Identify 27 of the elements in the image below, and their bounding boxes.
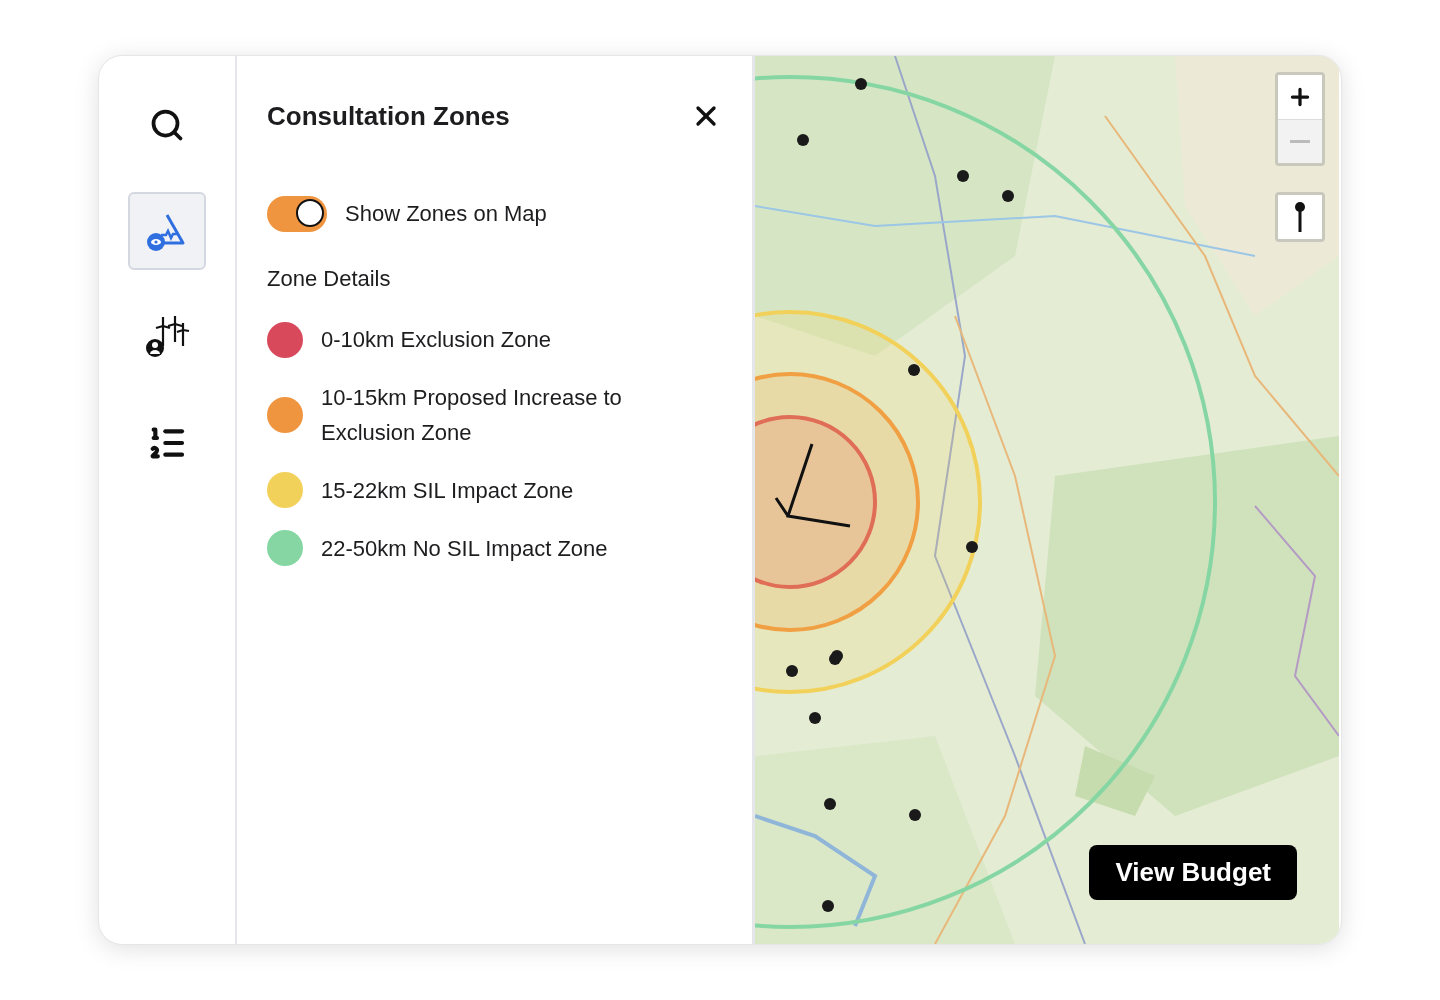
site-marker[interactable] <box>909 809 921 821</box>
section-title: Zone Details <box>267 266 392 292</box>
site-marker[interactable] <box>822 900 834 912</box>
toggle-label: Show Zones on Map <box>345 200 547 229</box>
minus-icon <box>1290 140 1310 143</box>
view-budget-button[interactable]: View Budget <box>1089 845 1297 900</box>
site-marker[interactable] <box>786 665 798 677</box>
zoom-in-button[interactable] <box>1278 75 1322 119</box>
site-marker[interactable] <box>966 541 978 553</box>
site-marker[interactable] <box>1002 190 1014 202</box>
site-marker[interactable] <box>957 170 969 182</box>
search-icon <box>149 107 185 143</box>
site-marker[interactable] <box>809 712 821 724</box>
zones-toggle[interactable] <box>267 196 327 232</box>
zone-label: 0-10km Exclusion Zone <box>321 326 551 355</box>
site-marker[interactable] <box>824 798 836 810</box>
pin-button[interactable] <box>1278 195 1322 239</box>
zone-label: 22-50km No SIL Impact Zone <box>321 534 608 563</box>
pin-icon <box>1294 201 1306 233</box>
zone-label: 15-22km SIL Impact Zone <box>321 476 574 505</box>
panel-title: Consultation Zones <box>267 100 510 132</box>
wind-turbine-person-icon <box>143 314 191 360</box>
site-marker[interactable] <box>855 78 867 90</box>
site-marker[interactable] <box>797 134 809 146</box>
zone-label: 10-15km Proposed Increase to Exclusion Zone <box>321 384 623 448</box>
site-marker[interactable] <box>908 364 920 376</box>
site-marker[interactable] <box>831 650 843 662</box>
